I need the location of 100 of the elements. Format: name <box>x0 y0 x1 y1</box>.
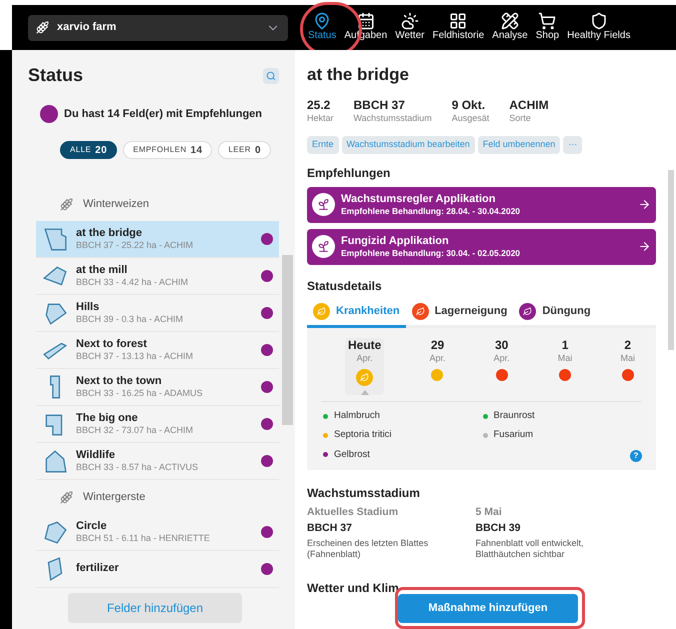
day-label: 29 <box>430 338 444 353</box>
recommendation-subtitle: Empfohlene Behandlung: 30.04. - 02.05.2020 <box>341 248 522 259</box>
field-title: at the bridge <box>307 64 410 86</box>
day-label: Heute <box>348 338 382 353</box>
field-name: Wildlife <box>76 448 116 462</box>
stat-value: 9 Okt. <box>452 98 486 112</box>
category-icon <box>412 302 429 320</box>
month-label: Mai <box>558 352 572 364</box>
day-label: 30 <box>494 338 508 353</box>
nav-tab[interactable]: Analyse <box>492 12 528 43</box>
growth-date: Aktuelles Stadium <box>307 506 400 519</box>
field-row[interactable]: at the bridge BBCH 37 - 25.22 ha - ACHIM <box>36 221 279 258</box>
stat-value: BBCH 37 <box>354 98 406 112</box>
category-tab[interactable]: Lagerneigung <box>406 302 514 328</box>
nav-tab[interactable]: Healthy Fields <box>567 12 630 43</box>
category-icon <box>313 302 330 320</box>
disease-label: Halmbruch <box>334 409 380 423</box>
map-pin-icon <box>313 12 332 30</box>
caret-icon <box>360 390 369 395</box>
recommendation-title: Wachstumsregler Applikation <box>341 192 496 206</box>
recommendation-subtitle: Empfohlene Behandlung: 28.04. - 30.04.2020 <box>341 206 522 217</box>
field-row[interactable]: fertilizer <box>36 551 279 588</box>
field-meta: BBCH 51 - 6.11 ha - HENRIETTE <box>76 533 211 544</box>
growth-description: Fahnenblatt voll entwickelt, Blatthäutchen sichtbar <box>476 538 585 560</box>
nav-tab[interactable]: Shop <box>536 12 560 43</box>
field-name: Next to the town <box>76 374 163 388</box>
field-row[interactable]: at the mill BBCH 33 - 4.42 ha - ACHIM <box>36 258 279 295</box>
growth-stage: BBCH 39 <box>476 522 522 535</box>
arrow-right-icon <box>638 240 651 254</box>
field-name: at the bridge <box>76 226 144 240</box>
field-name: Next to forest <box>76 338 148 352</box>
recommendation-icon <box>312 235 335 258</box>
field-name: at the mill <box>76 264 128 278</box>
forecast-day[interactable]: 29 Apr. <box>426 338 448 395</box>
field-row[interactable]: The big one BBCH 32 - 73.07 ha - ACHIM <box>36 406 279 443</box>
forecast-day[interactable]: 2 Mai <box>617 338 638 395</box>
field-shape-icon <box>42 519 68 545</box>
cloud-sun-icon <box>400 12 419 30</box>
recommendation-card[interactable]: Fungizid Applikation Empfohlene Behandlung: 30.04. - 02.05.2020 <box>307 228 656 265</box>
grid-icon <box>449 12 468 30</box>
field-name: The big one <box>76 412 139 426</box>
arrow-right-icon <box>638 198 651 212</box>
field-meta: BBCH 39 - 0.3 ha - ACHIM <box>76 314 184 326</box>
farm-icon <box>36 21 49 34</box>
nav-tab[interactable]: Feldhistorie <box>432 12 484 43</box>
field-shape-icon <box>42 226 68 252</box>
recommendation-icon <box>312 193 335 216</box>
search-button[interactable] <box>263 68 279 84</box>
wheat-icon <box>60 198 73 210</box>
field-row[interactable]: Wildlife BBCH 33 - 8.57 ha - ACTIVUS <box>36 443 279 480</box>
stat-label: Ausgesät <box>452 112 490 124</box>
farm-selector[interactable]: xarvio farm <box>28 14 288 40</box>
recommendation-card[interactable]: Wachstumsregler Applikation Empfohlene Behandlung: 28.04. - 30.04.2020 <box>307 186 656 223</box>
filter-chip[interactable]: ALLE 20 <box>60 141 118 159</box>
field-meta: BBCH 33 - 4.42 ha - ACHIM <box>76 277 190 288</box>
section-title: Wachstumsstadium <box>307 484 421 502</box>
forecast-day[interactable]: 1 Mai <box>554 338 576 395</box>
field-row[interactable]: Circle BBCH 51 - 6.11 ha - HENRIETTE <box>36 514 279 551</box>
nav-tab[interactable]: Status <box>308 12 336 43</box>
field-row[interactable]: Next to the town BBCH 33 - 16.25 ha - ADAMUS <box>36 369 279 406</box>
disease-label: Septoria tritici <box>334 428 392 442</box>
add-action-button[interactable]: Maßnahme hinzufügen <box>398 594 578 623</box>
forecast-day[interactable]: Heute Apr. <box>345 338 384 395</box>
category-icon <box>519 302 536 320</box>
category-tab[interactable]: Düngung <box>513 302 597 328</box>
field-meta: BBCH 33 - 16.25 ha - ADAMUS <box>76 388 204 400</box>
filter-chip[interactable]: LEER 0 <box>218 141 271 159</box>
wheat-icon <box>60 490 73 504</box>
field-meta: BBCH 32 - 73.07 ha - ACHIM <box>76 425 194 436</box>
stat-label: Hektar <box>307 112 334 124</box>
cart-icon <box>538 12 556 30</box>
stat-value: ACHIM <box>509 98 549 112</box>
help-icon[interactable]: ? <box>630 450 642 462</box>
day-label: 1 <box>562 338 568 353</box>
field-row[interactable]: Hills BBCH 39 - 0.3 ha - ACHIM <box>36 295 279 332</box>
field-meta: BBCH 37 - 13.13 ha - ACHIM <box>76 351 194 362</box>
shield-icon <box>590 12 608 30</box>
growth-stage: BBCH 37 <box>307 522 353 535</box>
recommendation-notice: Du hast 14 Feld(er) mit Empfehlungen <box>64 106 262 122</box>
nav-tab[interactable]: Wetter <box>395 12 424 43</box>
stat-label: Wachstumsstadium <box>354 112 432 124</box>
month-label: Apr. <box>356 352 373 364</box>
month-label: Mai <box>620 352 635 364</box>
stat-value: 25.2 <box>307 98 332 112</box>
filter-chip[interactable]: EMPFOHLEN 14 <box>123 141 212 159</box>
sidebar-title: Status <box>28 64 84 87</box>
field-row[interactable]: Next to forest BBCH 37 - 13.13 ha - ACHIM <box>36 332 279 369</box>
section-title: Statusdetails <box>307 278 383 295</box>
growth-date: 5 Mai <box>476 506 503 519</box>
field-name: Circle <box>76 520 108 534</box>
field-name: Hills <box>76 300 100 314</box>
field-meta: BBCH 37 - 25.22 ha - ACHIM <box>76 240 194 252</box>
disease-label: Braunrost <box>494 409 535 423</box>
section-title: Wetter und Klim <box>307 580 400 596</box>
month-label: Apr. <box>494 352 510 364</box>
field-meta: BBCH 33 - 8.57 ha - ACTIVUS <box>76 462 200 474</box>
field-name: fertilizer <box>76 562 120 576</box>
stat-label: Sorte <box>509 112 532 124</box>
calendar-icon <box>356 12 375 30</box>
forecast-day[interactable]: 30 Apr. <box>490 338 513 395</box>
